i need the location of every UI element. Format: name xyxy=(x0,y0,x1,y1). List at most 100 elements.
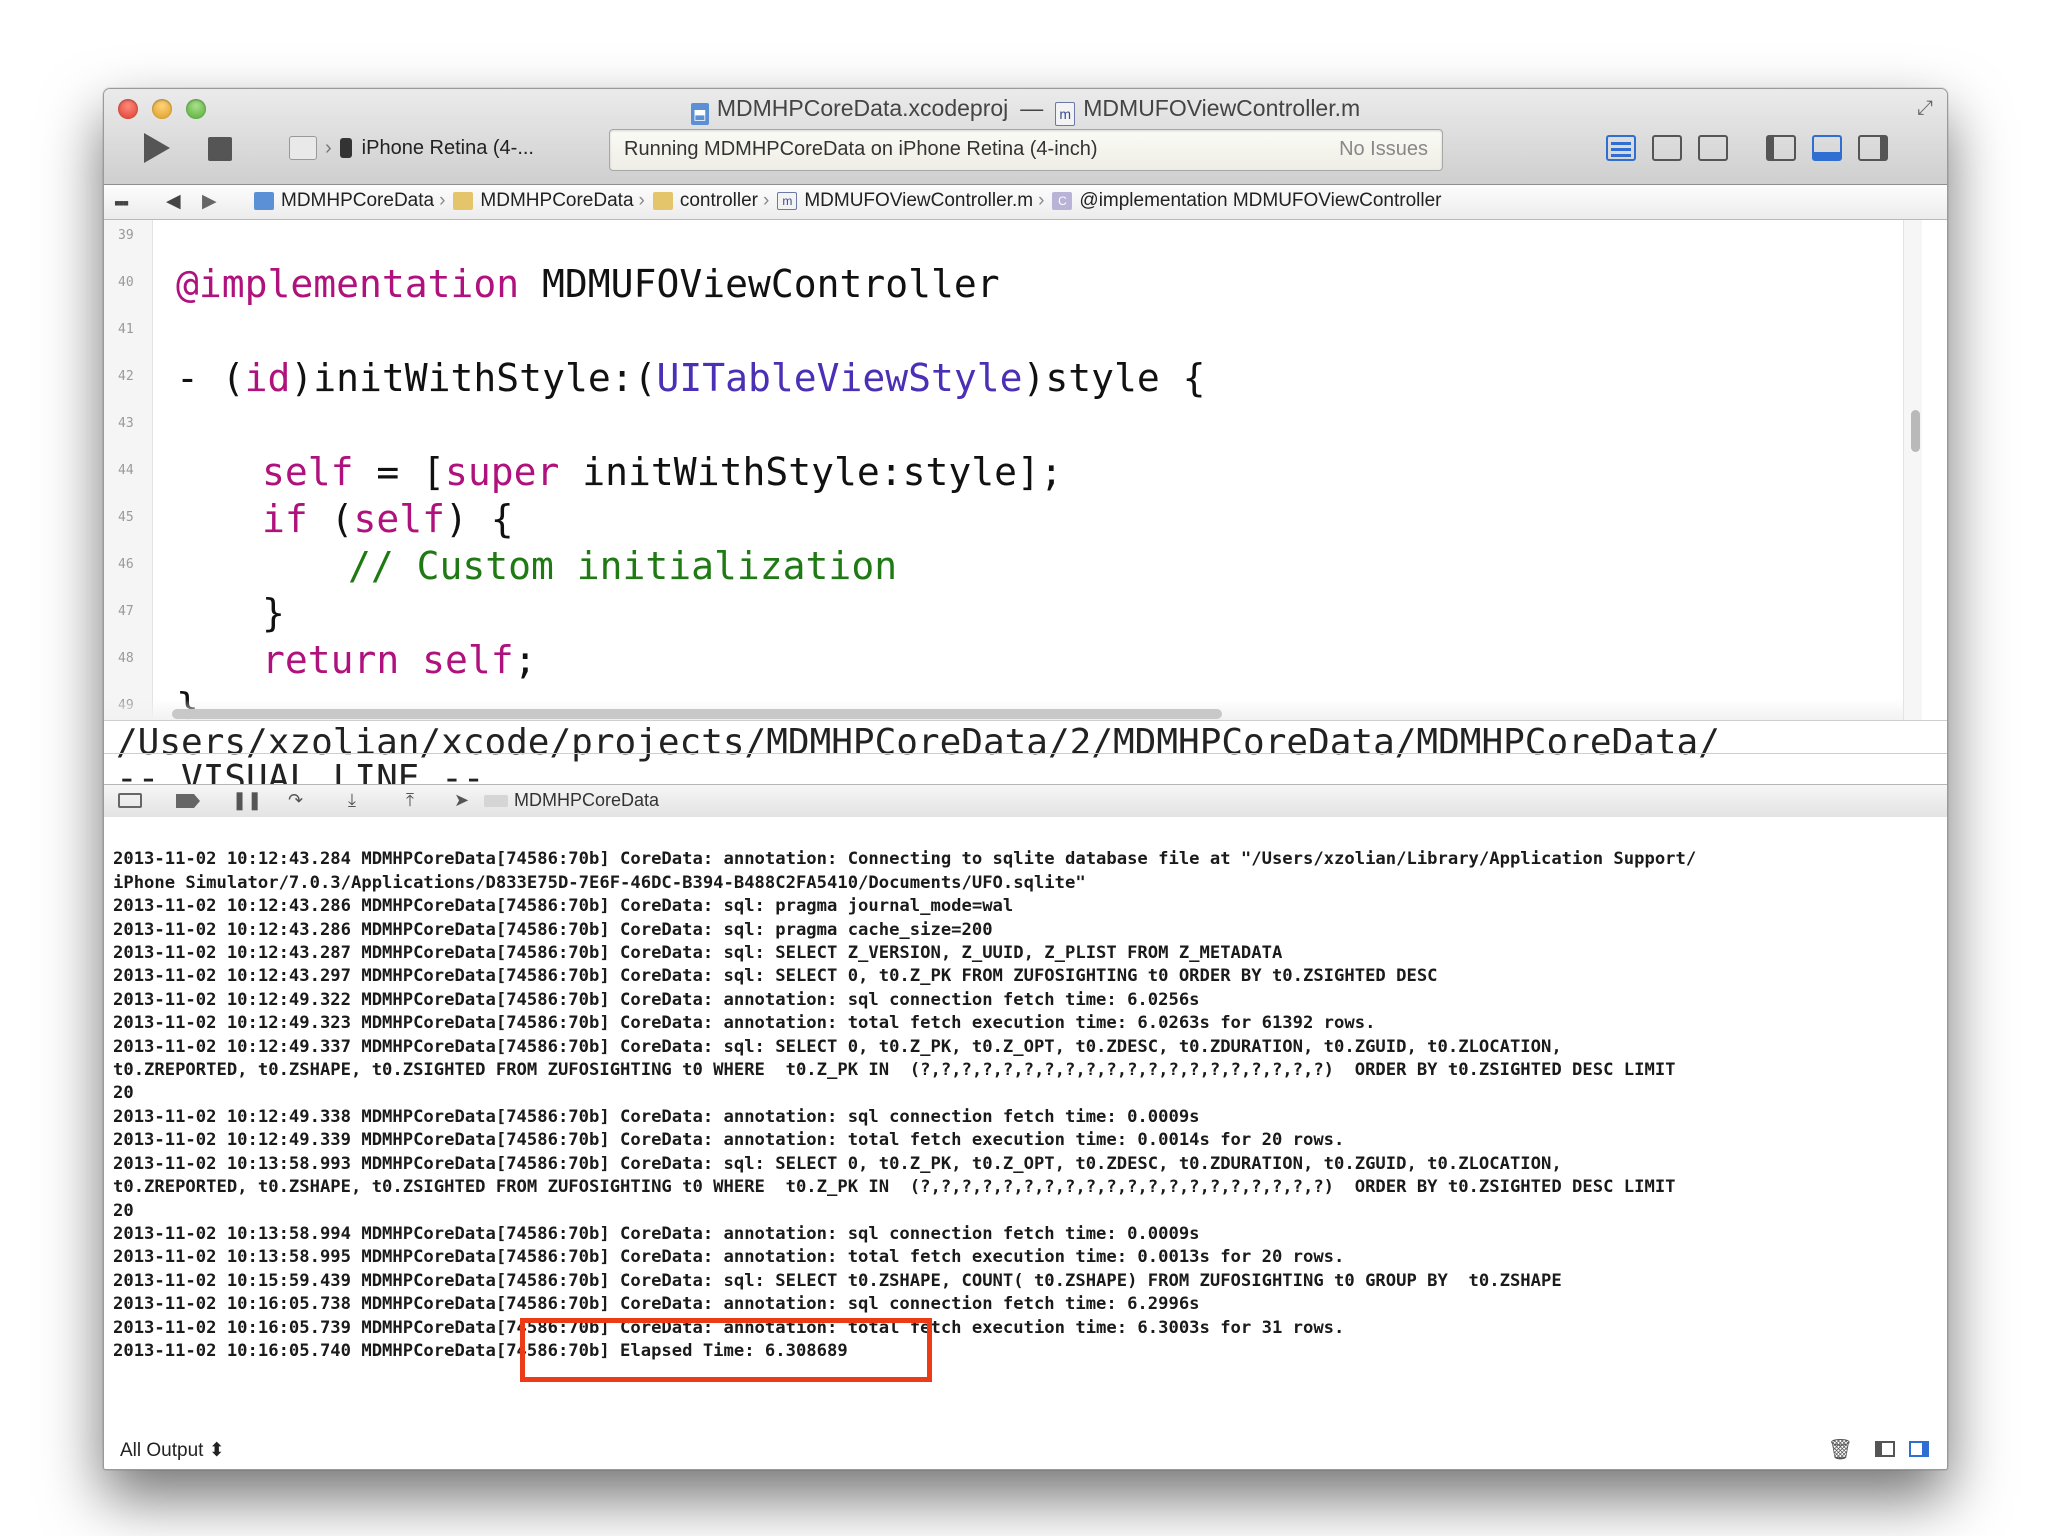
line-number: 44 xyxy=(118,463,134,478)
console-line: 2013-11-02 10:15:59.439 MDMHPCoreData[74… xyxy=(113,1270,1562,1291)
breadcrumb-label: @implementation MDMUFOViewController xyxy=(1079,190,1442,211)
vim-file-path: /Users/xzolian/xcode/projects/MDMHPCoreD… xyxy=(116,722,1720,763)
breadcrumb-group[interactable]: MDMHPCoreData › xyxy=(453,190,652,212)
folder-icon xyxy=(453,192,474,210)
console-line: 2013-11-02 10:12:43.287 MDMHPCoreData[74… xyxy=(113,943,1283,964)
source-editor[interactable]: 39 40 41 42 43 44 45 46 47 48 49 @implem… xyxy=(104,220,1922,720)
console-line: 20 xyxy=(113,1200,134,1221)
horizontal-scrollbar[interactable] xyxy=(172,709,1222,719)
version-editor-icon[interactable] xyxy=(1698,135,1728,161)
code-keyword: @implementation xyxy=(176,262,520,306)
vim-status-area: /Users/xzolian/xcode/projects/MDMHPCoreD… xyxy=(104,720,1947,785)
console-view-toggle-icon[interactable] xyxy=(1909,1441,1929,1457)
vertical-scrollbar[interactable] xyxy=(1903,220,1922,720)
back-arrow-icon[interactable]: ◀ xyxy=(166,190,181,213)
code-text: )initWithStyle:( xyxy=(290,356,657,400)
forward-arrow-icon[interactable]: ▶ xyxy=(202,190,217,213)
code-text: ( xyxy=(307,497,354,541)
utilities-toggle-icon[interactable] xyxy=(1858,135,1888,161)
console-line: 2013-11-02 10:16:05.738 MDMHPCoreData[74… xyxy=(113,1294,1200,1315)
code-text: ; xyxy=(513,638,537,682)
console-line: 2013-11-02 10:12:43.286 MDMHPCoreData[74… xyxy=(113,896,1014,917)
clear-console-trash-icon[interactable]: 🗑 xyxy=(1828,1437,1853,1462)
class-icon: C xyxy=(1052,192,1073,210)
activity-viewer: Running MDMHPCoreData on iPhone Retina (… xyxy=(609,129,1443,171)
console-line: 2013-11-02 10:13:58.994 MDMHPCoreData[74… xyxy=(113,1223,1200,1244)
code-line-46: // Custom initialization xyxy=(348,544,897,588)
line-number: 46 xyxy=(118,557,134,572)
console-line: 2013-11-02 10:12:43.284 MDMHPCoreData[74… xyxy=(113,849,1697,870)
code-keyword: super xyxy=(445,450,560,494)
console-line: 2013-11-02 10:12:49.339 MDMHPCoreData[74… xyxy=(113,1130,1345,1151)
breadcrumb-folder[interactable]: controller › xyxy=(652,190,777,212)
line-number: 40 xyxy=(118,275,134,290)
console-line: 2013-11-02 10:12:49.322 MDMHPCoreData[74… xyxy=(113,989,1200,1010)
m-file-icon: m xyxy=(777,192,798,210)
console-line: 20 xyxy=(113,1083,134,1104)
activity-status: Running MDMHPCoreData on iPhone Retina (… xyxy=(624,138,1098,160)
line-number: 41 xyxy=(118,322,134,337)
code-text: ) { xyxy=(445,497,514,541)
navigator-toggle-icon[interactable] xyxy=(1766,135,1796,161)
console-line: 2013-11-02 10:13:58.995 MDMHPCoreData[74… xyxy=(113,1247,1345,1268)
breakpoints-toggle-icon[interactable] xyxy=(176,794,200,808)
xcodeproj-icon: ⬒ xyxy=(690,103,709,125)
line-number: 39 xyxy=(118,228,134,243)
hide-debug-area-icon[interactable] xyxy=(118,793,142,808)
stop-button[interactable] xyxy=(208,137,232,161)
pause-icon[interactable]: ❚❚ xyxy=(232,790,262,811)
code-keyword: self xyxy=(262,450,354,494)
debug-target-label[interactable]: MDMHPCoreData xyxy=(514,790,659,811)
step-over-icon[interactable]: ↷ xyxy=(288,790,303,811)
simulate-location-icon[interactable]: ➤ xyxy=(454,790,469,811)
console-output[interactable]: 2013-11-02 10:12:43.284 MDMHPCoreData[74… xyxy=(104,817,1947,1429)
breadcrumb-label: MDMHPCoreData xyxy=(480,190,634,211)
standard-editor-icon[interactable] xyxy=(1606,135,1636,161)
scheme-device-label: iPhone Retina (4-... xyxy=(361,136,534,159)
chevron-right-icon: › xyxy=(1038,190,1045,211)
console-line: 2013-11-02 10:16:05.740 MDMHPCoreData[74… xyxy=(113,1340,848,1361)
folder-icon xyxy=(652,192,673,210)
project-icon xyxy=(254,192,274,210)
breadcrumb-file[interactable]: m MDMUFOViewController.m › xyxy=(777,190,1052,212)
code-line-42: - (id)initWithStyle:(UITableViewStyle)st… xyxy=(176,356,1206,400)
output-filter-select[interactable]: All Output ⬍ xyxy=(120,1439,225,1462)
console-line: 2013-11-02 10:12:49.337 MDMHPCoreData[74… xyxy=(113,1036,1562,1057)
step-into-icon[interactable]: ⤓ xyxy=(348,790,356,811)
title-separator: — xyxy=(1020,95,1044,121)
breadcrumb-label: controller xyxy=(679,190,758,211)
code-comment: // Custom initialization xyxy=(348,544,898,588)
line-number: 48 xyxy=(118,651,134,666)
related-items-grid-icon[interactable]: ▪▪▪ xyxy=(114,193,129,214)
console-line: 2013-11-02 10:13:58.993 MDMHPCoreData[74… xyxy=(113,1153,1562,1174)
step-out-icon[interactable]: ⤒ xyxy=(406,790,414,811)
title-file: MDMUFOViewController.m xyxy=(1083,95,1361,121)
m-file-icon: m xyxy=(1055,102,1076,126)
debug-area-toggle-icon[interactable] xyxy=(1812,135,1842,161)
breadcrumb-label: MDMUFOViewController.m xyxy=(804,190,1034,211)
code-text: )style { xyxy=(1022,356,1206,400)
code-keyword: return xyxy=(262,638,400,682)
jump-bar: ▪▪▪ ◀ ▶ MDMHPCoreData › MDMHPCoreData › … xyxy=(104,185,1947,220)
line-number: 45 xyxy=(118,510,134,525)
chevron-right-icon: › xyxy=(439,190,446,211)
console-line: 2013-11-02 10:16:05.739 MDMHPCoreData[74… xyxy=(113,1317,1345,1338)
line-number-gutter: 39 40 41 42 43 44 45 46 47 48 49 xyxy=(104,220,153,720)
breadcrumb-project[interactable]: MDMHPCoreData › xyxy=(254,190,453,212)
fullscreen-arrows-icon[interactable]: ⤢ xyxy=(1917,97,1933,120)
code-line-45: if (self) { xyxy=(262,497,514,541)
breadcrumb-symbol[interactable]: C @implementation MDMUFOViewController xyxy=(1052,190,1442,212)
code-keyword: self xyxy=(422,638,514,682)
run-button[interactable] xyxy=(144,133,170,163)
scrollbar-thumb[interactable] xyxy=(1911,410,1920,452)
console-line: 2013-11-02 10:12:49.338 MDMHPCoreData[74… xyxy=(113,1106,1200,1127)
assistant-editor-icon[interactable] xyxy=(1652,135,1682,161)
process-icon xyxy=(484,795,508,807)
window-toolbar: ⬒ MDMHPCoreData.xcodeproj — m MDMUFOViewCont… xyxy=(104,89,1947,185)
code-keyword: if xyxy=(262,497,308,541)
vim-mode-indicator: -- VISUAL LINE -- xyxy=(116,758,485,786)
iphone-device-icon xyxy=(339,138,352,158)
variables-view-toggle-icon[interactable] xyxy=(1875,1441,1895,1457)
issues-count[interactable]: No Issues xyxy=(1339,138,1428,161)
scheme-selector[interactable]: › iPhone Retina (4-... xyxy=(289,131,534,165)
